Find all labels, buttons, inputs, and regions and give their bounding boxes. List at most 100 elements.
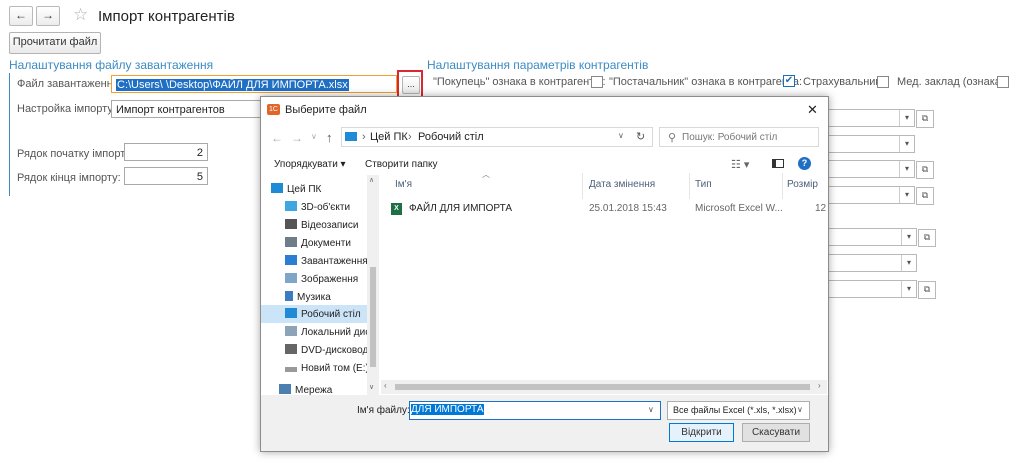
tree-item-new-volume[interactable]: Новий том (E:)	[285, 360, 379, 377]
list-h-scrollbar-thumb[interactable]	[395, 384, 810, 390]
dropdown-icon[interactable]: ▾	[899, 136, 914, 152]
favorite-star-icon[interactable]: ☆	[73, 5, 88, 25]
music-icon	[285, 291, 293, 301]
combo-field-6[interactable]: ▾	[815, 254, 917, 272]
dropdown-icon[interactable]: ▾	[901, 255, 916, 271]
breadcrumb-desktop[interactable]: Робочий стіл	[418, 131, 484, 143]
file-path-input[interactable]: C:\Users\ \Desktop\ФАЙЛ ДЛЯ ИМПОРТА.xlsx	[111, 75, 397, 93]
back-button[interactable]: ←	[9, 6, 33, 26]
forward-button[interactable]: →	[36, 6, 60, 26]
search-icon: ⚲	[668, 132, 677, 144]
close-icon[interactable]: ✕	[807, 102, 818, 118]
scroll-up-icon[interactable]: ∧	[369, 176, 374, 184]
dropdown-icon[interactable]: ▾	[901, 281, 916, 297]
new-folder-button[interactable]: Створити папку	[365, 159, 438, 170]
help-icon[interactable]: ?	[798, 157, 811, 170]
buyer-checkbox[interactable]	[591, 76, 603, 88]
nav-back-icon[interactable]: ←	[271, 131, 283, 145]
document-icon	[285, 237, 297, 247]
open-icon[interactable]: ⧉	[918, 229, 936, 247]
open-button[interactable]: Відкрити	[669, 423, 734, 442]
filter-dropdown-icon[interactable]: ∨	[797, 405, 803, 414]
sort-indicator-icon: ︿	[482, 170, 490, 179]
search-input[interactable]: ⚲ Пошук: Робочий стіл	[659, 127, 819, 147]
dropdown-icon[interactable]: ▾	[899, 110, 914, 126]
tree-item-dvd[interactable]: DVD-дисковод (	[285, 342, 379, 359]
dropdown-icon[interactable]: ▾	[899, 187, 914, 203]
tree-item-3d[interactable]: 3D-об'єкти	[285, 199, 379, 216]
network-icon	[279, 384, 291, 394]
breadcrumb-separator: ›	[362, 131, 366, 143]
tree-item-pictures[interactable]: Зображення	[285, 271, 379, 288]
combo-field-7[interactable]: ▾	[815, 280, 917, 298]
open-icon[interactable]: ⧉	[918, 281, 936, 299]
organize-button[interactable]: Упорядкувати ▾	[274, 159, 346, 170]
tree-item-this-pc[interactable]: Цей ПК	[271, 181, 367, 198]
insurer-checkbox[interactable]	[877, 76, 889, 88]
supplier-label: "Постачальник" ознака в контрагента:	[609, 76, 803, 88]
open-icon[interactable]: ⧉	[916, 110, 934, 128]
open-icon[interactable]: ⧉	[916, 161, 934, 179]
back-arrow-icon: ←	[15, 8, 27, 22]
import-setting-field[interactable]: Импорт контрагентов	[111, 100, 263, 118]
scroll-down-icon[interactable]: ∨	[369, 383, 374, 391]
combo-field-4[interactable]: ▾	[815, 186, 915, 204]
nav-forward-icon[interactable]: →	[291, 131, 303, 145]
tree-item-desktop[interactable]: Робочий стіл	[285, 306, 379, 323]
tree-item-documents[interactable]: Документи	[285, 235, 379, 252]
supplier-checkbox[interactable]: ✔	[783, 75, 795, 87]
combo-field-2[interactable]: ▾	[815, 135, 915, 153]
column-separator	[782, 173, 783, 199]
image-icon	[285, 273, 297, 283]
import-setting-label: Настройка імпорту:	[17, 103, 116, 115]
column-name[interactable]: Ім'я	[395, 179, 412, 190]
breadcrumb-this-pc[interactable]: Цей ПК	[370, 131, 408, 143]
file-path-value: C:\Users\ \Desktop\ФАЙЛ ДЛЯ ИМПОРТА.xlsx	[116, 79, 349, 91]
address-dropdown-icon[interactable]: ∨	[618, 131, 624, 140]
recent-dropdown-icon[interactable]: ∨	[311, 132, 317, 141]
filename-value: ДЛЯ ИМПОРТА	[411, 404, 484, 415]
column-date[interactable]: Дата змінення	[589, 179, 655, 190]
dropdown-icon[interactable]: ▾	[899, 161, 914, 177]
tree-item-music[interactable]: Музика	[285, 289, 379, 306]
computer-icon	[345, 132, 357, 141]
read-file-button[interactable]: Прочитати файл	[9, 32, 101, 54]
tree-item-local-disk[interactable]: Локальний дис	[285, 324, 379, 341]
tree-item-downloads[interactable]: Завантаження	[285, 253, 379, 270]
tree-item-video[interactable]: Відеозаписи	[285, 217, 379, 234]
tree-scrollbar[interactable]: ∧ ∨	[367, 175, 379, 397]
combo-field-1[interactable]: ▾	[815, 109, 915, 127]
file-filter-select[interactable]: Все файлы Excel (*.xls, *.xlsx) ∨	[667, 401, 810, 420]
open-icon[interactable]: ⧉	[916, 187, 934, 205]
list-h-scrollbar[interactable]: ‹ ›	[381, 380, 827, 394]
dvd-icon	[285, 344, 297, 354]
desktop-icon	[285, 308, 297, 318]
drive-icon	[285, 367, 297, 372]
filename-label: Ім'я файлу:	[357, 405, 410, 416]
start-row-input[interactable]: 2	[124, 143, 208, 161]
dropdown-icon[interactable]: ▾	[901, 229, 916, 245]
combo-field-5[interactable]: ▾	[815, 228, 917, 246]
disk-icon	[285, 326, 297, 336]
tree-scrollbar-thumb[interactable]	[370, 267, 376, 367]
medical-checkbox[interactable]	[997, 76, 1009, 88]
tree-label: Завантаження	[301, 256, 368, 267]
column-type[interactable]: Тип	[695, 179, 712, 190]
view-options-icon[interactable]: ☷ ▾	[731, 158, 749, 171]
file-row[interactable]: X ФАЙЛ ДЛЯ ИМПОРТА 25.01.2018 15:43 Micr…	[383, 201, 826, 219]
filename-dropdown-icon[interactable]: ∨	[648, 405, 654, 414]
scroll-left-icon[interactable]: ‹	[384, 381, 387, 390]
refresh-icon[interactable]: ↻	[636, 130, 645, 143]
filename-input[interactable]: ДЛЯ ИМПОРТА ∨	[409, 401, 661, 420]
up-arrow-icon[interactable]: ↑	[326, 130, 333, 145]
file-filter-value: Все файлы Excel (*.xls, *.xlsx)	[673, 405, 797, 415]
file-date: 25.01.2018 15:43	[589, 203, 667, 214]
scroll-right-icon[interactable]: ›	[818, 381, 821, 390]
preview-pane-icon[interactable]	[772, 159, 784, 168]
cancel-button[interactable]: Скасувати	[742, 423, 810, 442]
browse-button[interactable]: ...	[402, 76, 420, 94]
combo-field-3[interactable]: ▾	[815, 160, 915, 178]
address-bar[interactable]: › Цей ПК › Робочий стіл ∨ ↻	[341, 127, 653, 147]
end-row-input[interactable]: 5	[124, 167, 208, 185]
column-size[interactable]: Розмір	[787, 179, 818, 190]
